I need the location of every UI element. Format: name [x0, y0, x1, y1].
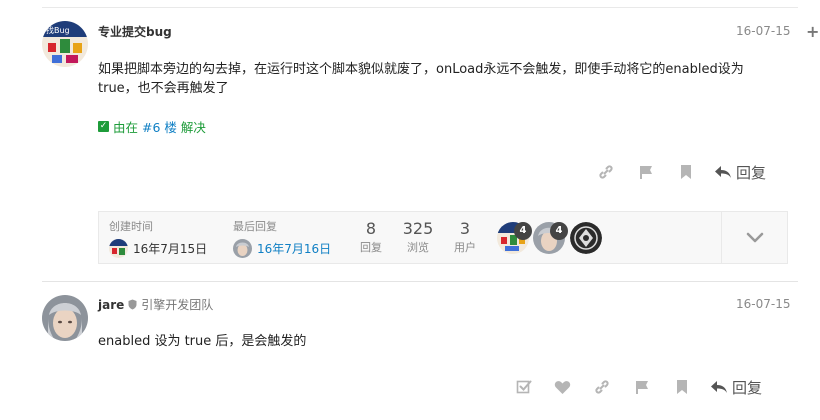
created-section: 创建时间 16年7月15日 — [109, 218, 207, 258]
solved-suffix: 解决 — [180, 120, 206, 135]
like-heart-icon[interactable] — [542, 375, 582, 399]
accept-solution-icon[interactable] — [506, 375, 542, 399]
expand-plus-icon[interactable]: + — [806, 22, 819, 41]
post-2-date[interactable]: 16-07-15 — [736, 297, 790, 311]
shield-icon — [128, 299, 137, 310]
solved-prefix: 由在 — [113, 120, 139, 135]
svg-text:找Bug: 找Bug — [46, 25, 70, 35]
avatar-user-1[interactable]: 找Bug — [42, 21, 88, 67]
post-1-actions: 回复 — [586, 160, 766, 184]
views-stat: 325 浏览 — [398, 219, 438, 255]
post-2-reply-button[interactable]: 回复 — [710, 377, 762, 398]
post-1-text-line-2: true，也不会再触发了 — [98, 81, 229, 96]
bookmark-icon[interactable] — [666, 160, 706, 184]
users-stat: 3 用户 — [450, 219, 480, 255]
solved-note: ✓ 由在 #6 楼 解决 — [98, 117, 206, 136]
users-label: 用户 — [454, 241, 476, 254]
participant-1-post-count: 4 — [514, 222, 532, 240]
chevron-down-icon — [746, 232, 763, 242]
last-reply-value[interactable]: 16年7月16日 — [257, 240, 331, 257]
topic-map: 创建时间 16年7月15日 最后回复 16年7月16日 8 回复 325 浏览 … — [98, 211, 788, 264]
top-divider — [42, 7, 798, 8]
flag-icon[interactable] — [622, 375, 662, 399]
created-label: 创建时间 — [109, 220, 153, 233]
share-link-icon[interactable] — [582, 375, 622, 399]
post-2-user-row: jare 引擎开发团队 — [98, 296, 213, 313]
views-label: 浏览 — [407, 241, 429, 254]
post-2-user-title[interactable]: 引擎开发团队 — [141, 296, 213, 313]
replies-stat: 8 回复 — [356, 219, 386, 255]
post-2-reply-label: 回复 — [732, 378, 763, 397]
flag-icon[interactable] — [626, 160, 666, 184]
post-1-reply-button[interactable]: 回复 — [714, 162, 766, 183]
avatar-user-2[interactable] — [42, 295, 88, 341]
post-1-username[interactable]: 专业提交bug — [98, 23, 172, 40]
post-2-actions: 回复 — [506, 375, 762, 399]
post-2-username[interactable]: jare — [98, 298, 124, 312]
bookmark-icon[interactable] — [662, 375, 702, 399]
post-2-text: enabled 设为 true 后，是会触发的 — [98, 334, 307, 349]
reply-arrow-icon — [711, 381, 727, 393]
replies-count: 8 — [365, 219, 377, 238]
users-count: 3 — [459, 219, 471, 238]
post-1-text-line-1: 如果把脚本旁边的勾去掉，在运行时这个脚本貌似就废了，onLoad永远不会触发，即… — [98, 62, 744, 77]
replies-label: 回复 — [360, 241, 382, 254]
post-1-date[interactable]: 16-07-15 — [736, 24, 790, 38]
participant-avatar-3[interactable] — [570, 222, 602, 254]
post-divider — [42, 281, 798, 282]
checkbox-checked-icon: ✓ — [98, 121, 109, 132]
last-reply-section: 最后回复 16年7月16日 — [233, 218, 331, 258]
reply-arrow-icon — [715, 166, 731, 178]
participant-2-post-count: 4 — [550, 222, 568, 240]
creator-avatar[interactable] — [109, 239, 128, 258]
last-reply-label: 最后回复 — [233, 220, 277, 233]
share-link-icon[interactable] — [586, 160, 626, 184]
solved-post-link[interactable]: #6 楼 — [142, 117, 177, 136]
expand-topic-map-button[interactable] — [721, 212, 787, 263]
created-value[interactable]: 16年7月15日 — [133, 240, 207, 257]
last-replier-avatar[interactable] — [233, 239, 252, 258]
views-count: 325 — [402, 219, 434, 238]
post-1-reply-label: 回复 — [736, 163, 767, 182]
